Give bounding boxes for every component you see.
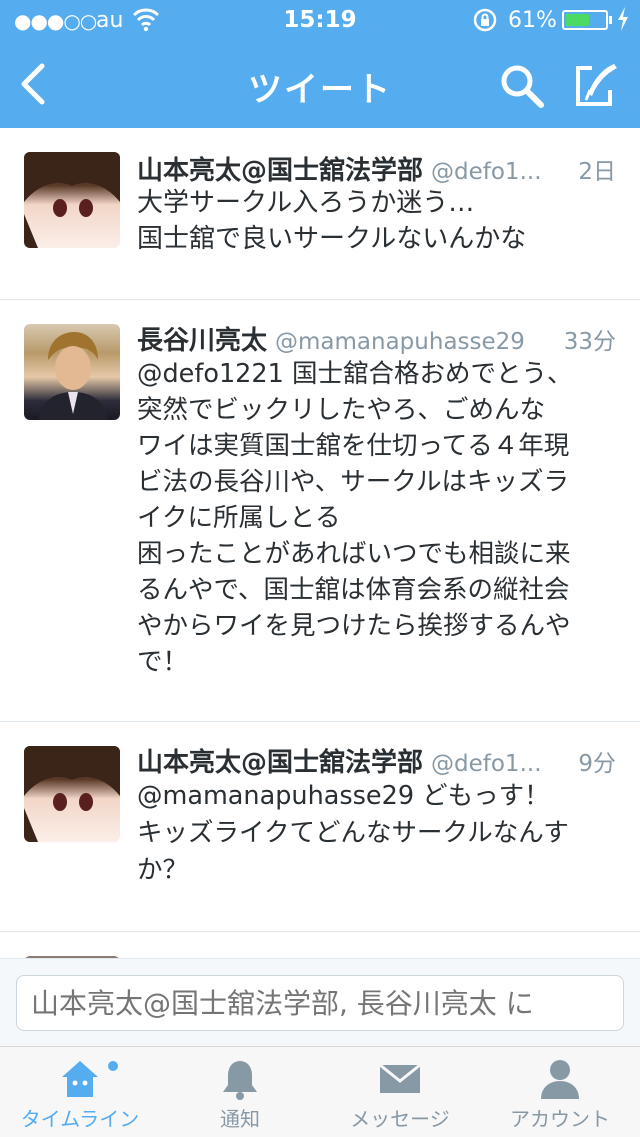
tweet-item-partial[interactable] — [0, 932, 640, 958]
compose-icon[interactable] — [570, 60, 622, 112]
tab-notifications[interactable]: 通知 — [160, 1047, 320, 1137]
tweet-header: 長谷川亮太 @mamanapuhasse29 — [137, 320, 550, 360]
author-name[interactable]: 山本亮太@国士舘法学部 — [137, 748, 423, 778]
tweet-time: 2日 — [578, 159, 616, 185]
tab-label: 通知 — [220, 1107, 260, 1131]
new-activity-dot — [108, 1061, 118, 1071]
header: ●●●○○ au 15:19 61% ツイート — [0, 0, 640, 128]
tab-label: メッセージ — [350, 1107, 450, 1131]
tweet-item[interactable]: 山本亮太@国士舘法学部 @defo1... 9分 @mamanapuhasse29… — [0, 722, 640, 932]
tab-label: アカウント — [510, 1107, 610, 1131]
avatar[interactable] — [24, 152, 120, 248]
rotation-lock-icon — [473, 8, 497, 32]
tweet-header: 山本亮太@国士舘法学部 @defo1... — [137, 742, 550, 782]
tweet-text: @mamanapuhasse29 どもっす！ キッズライクてどんなサークルなんす… — [137, 781, 569, 885]
tab-timeline[interactable]: タイムライン — [0, 1047, 160, 1137]
author-name[interactable]: 山本亮太@国士舘法学部 — [137, 156, 423, 186]
tab-account[interactable]: アカウント — [480, 1047, 640, 1137]
tweet-text: @defo1221 国士舘合格おめでとう、 突然でビックリしたやろ、ごめんな ワ… — [137, 359, 573, 677]
envelope-icon — [379, 1063, 421, 1093]
tweet-time: 9分 — [578, 751, 616, 777]
author-name[interactable]: 長谷川亮太 — [137, 326, 267, 356]
tab-bar: タイムライン 通知 メッセージ アカウント — [0, 1046, 640, 1137]
avatar-anime-image — [24, 152, 120, 248]
tweet-text: 大学サークル入ろうか迷う… 国士舘で良いサークルないんかな — [137, 188, 527, 254]
tweet-item[interactable]: 山本亮太@国士舘法学部 @defo1... 2日 大学サークル入ろうか迷う… 国士… — [0, 128, 640, 300]
author-handle[interactable]: @mamanapuhasse29 — [275, 329, 525, 355]
tweet-item[interactable]: 長谷川亮太 @mamanapuhasse29 33分 @defo1221 国士舘合… — [0, 300, 640, 722]
tab-messages[interactable]: メッセージ — [320, 1047, 480, 1137]
charging-bolt-icon — [618, 7, 628, 31]
reply-bar — [0, 958, 640, 1047]
avatar[interactable] — [24, 324, 120, 420]
tab-label: タイムライン — [20, 1107, 140, 1131]
home-icon — [62, 1061, 98, 1097]
navbar: ツイート — [0, 40, 640, 128]
tweet-header: 山本亮太@国士舘法学部 @defo1... — [137, 150, 550, 190]
battery-tip — [609, 16, 612, 24]
reply-input[interactable] — [16, 975, 624, 1031]
avatar-anime-image — [24, 746, 120, 842]
avatar[interactable] — [24, 746, 120, 842]
person-icon — [541, 1060, 579, 1099]
bell-icon — [223, 1061, 257, 1100]
author-handle[interactable]: @defo1... — [431, 751, 542, 777]
author-handle[interactable]: @defo1... — [431, 159, 542, 185]
battery-percent: 61% — [508, 8, 557, 33]
search-icon[interactable] — [496, 60, 548, 112]
tweet-time: 33分 — [563, 329, 616, 355]
battery-icon — [562, 10, 608, 30]
tweet-timeline[interactable]: 山本亮太@国士舘法学部 @defo1... 2日 大学サークル入ろうか迷う… 国士… — [0, 128, 640, 958]
avatar-photo-image — [38, 332, 108, 420]
status-bar: ●●●○○ au 15:19 61% — [0, 0, 640, 40]
battery-level — [566, 14, 589, 26]
